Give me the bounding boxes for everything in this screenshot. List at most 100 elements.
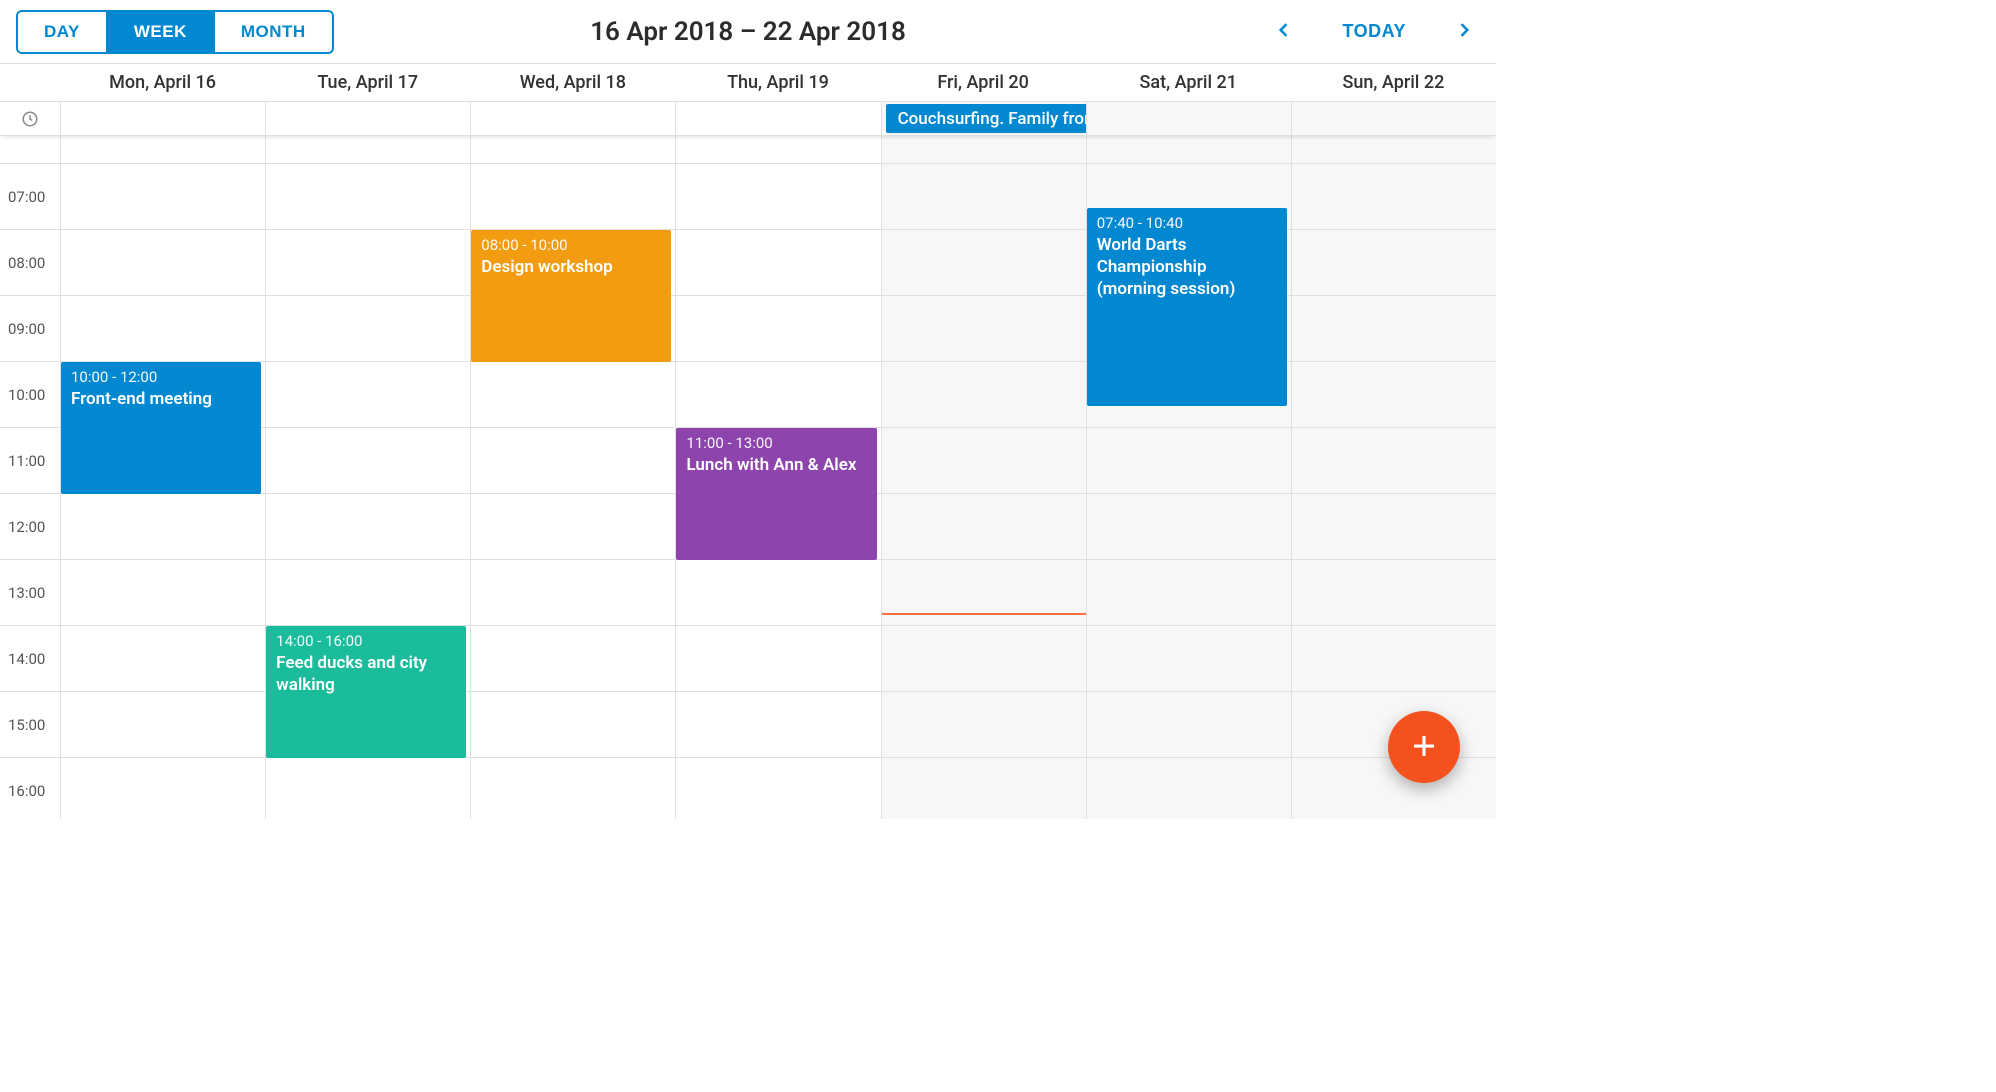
hour-cell[interactable] [676,362,880,428]
hour-cell[interactable] [1087,626,1291,692]
day-header[interactable]: Mon, April 16 [60,64,265,101]
hour-cell[interactable] [1087,560,1291,626]
hour-cell[interactable] [1292,428,1496,494]
day-column[interactable]: 07:40 - 10:40World Darts Championship (m… [1086,136,1291,819]
hour-cell[interactable] [882,362,1086,428]
hour-cell[interactable] [676,626,880,692]
hour-cell[interactable] [61,692,265,758]
hour-label: 08:00 [0,230,60,296]
hour-cell[interactable] [471,136,675,164]
hour-cell[interactable] [882,296,1086,362]
hour-cell[interactable] [266,136,470,164]
day-column[interactable]: 14:00 - 16:00Feed ducks and city walking [265,136,470,819]
hour-cell[interactable] [1292,296,1496,362]
hour-cell[interactable] [471,626,675,692]
day-header[interactable]: Fri, April 20 [881,64,1086,101]
calendar-event[interactable]: 10:00 - 12:00Front-end meeting [61,362,261,494]
hour-cell[interactable] [882,692,1086,758]
hour-cell[interactable] [882,428,1086,494]
hour-cell[interactable] [471,494,675,560]
hour-cell[interactable] [1087,758,1291,819]
hour-cell[interactable] [1087,494,1291,560]
day-header[interactable]: Thu, April 19 [675,64,880,101]
hour-cell[interactable] [61,626,265,692]
hour-cell[interactable] [1087,428,1291,494]
hour-cell[interactable] [266,428,470,494]
hour-cell[interactable] [266,758,470,819]
day-column[interactable]: 10:00 - 12:00Front-end meeting [60,136,265,819]
hour-cell[interactable] [1087,692,1291,758]
day-column[interactable] [881,136,1086,819]
hour-cell[interactable] [676,560,880,626]
hour-cell[interactable] [266,362,470,428]
day-header[interactable]: Sat, April 21 [1086,64,1291,101]
hour-cell[interactable] [882,494,1086,560]
next-button[interactable] [1448,14,1480,49]
toolbar-nav: TODAY [1268,14,1480,49]
hour-cell[interactable] [471,758,675,819]
hour-cell[interactable] [882,626,1086,692]
allday-cell[interactable] [1086,102,1291,135]
calendar-event[interactable]: 11:00 - 13:00Lunch with Ann & Alex [676,428,876,560]
hour-cell[interactable] [266,164,470,230]
hour-cell[interactable] [61,296,265,362]
hour-cell[interactable] [471,692,675,758]
hour-cell[interactable] [266,494,470,560]
day-header[interactable]: Tue, April 17 [265,64,470,101]
hour-cell[interactable] [1292,136,1496,164]
allday-cell[interactable] [60,102,265,135]
hour-cell[interactable] [676,230,880,296]
day-header[interactable]: Wed, April 18 [470,64,675,101]
allday-cell[interactable] [470,102,675,135]
hour-cell[interactable] [1292,362,1496,428]
hour-cell[interactable] [61,136,265,164]
day-column[interactable] [1291,136,1496,819]
hour-cell[interactable] [266,230,470,296]
hour-cell[interactable] [676,692,880,758]
day-column[interactable]: 08:00 - 10:00Design workshop [470,136,675,819]
hour-cell[interactable] [61,230,265,296]
hour-cell[interactable] [61,758,265,819]
allday-cell[interactable] [265,102,470,135]
hour-cell[interactable] [676,164,880,230]
calendar-event[interactable]: 08:00 - 10:00Design workshop [471,230,671,362]
hour-cell[interactable] [266,296,470,362]
hour-cell[interactable] [61,164,265,230]
calendar-event[interactable]: 07:40 - 10:40World Darts Championship (m… [1087,208,1287,406]
prev-button[interactable] [1268,14,1300,49]
hour-cell[interactable] [61,560,265,626]
hour-cell[interactable] [882,164,1086,230]
hour-cell[interactable] [882,560,1086,626]
hour-cell[interactable] [1292,560,1496,626]
chevron-right-icon [1454,20,1474,43]
allday-cell[interactable] [675,102,880,135]
hour-cell[interactable] [882,136,1086,164]
hour-cell[interactable] [1292,494,1496,560]
hour-cell[interactable] [676,296,880,362]
view-day-button[interactable]: DAY [18,12,108,52]
hour-cell[interactable] [471,560,675,626]
hour-cell[interactable] [471,164,675,230]
hour-cell[interactable] [882,230,1086,296]
hour-cell[interactable] [61,494,265,560]
hour-cell[interactable] [1292,626,1496,692]
hour-cell[interactable] [471,428,675,494]
hour-cell[interactable] [471,362,675,428]
allday-cell[interactable]: Couchsurfing. Family from Portugal [881,102,1086,135]
calendar-event[interactable]: 14:00 - 16:00Feed ducks and city walking [266,626,466,758]
view-week-button[interactable]: WEEK [108,12,215,52]
hour-cell[interactable] [882,758,1086,819]
hour-cell[interactable] [1292,230,1496,296]
current-time-indicator [882,613,1086,615]
allday-cell[interactable] [1291,102,1496,135]
hour-cell[interactable] [676,758,880,819]
day-column[interactable]: 11:00 - 13:00Lunch with Ann & Alex [675,136,880,819]
hour-cell[interactable] [266,560,470,626]
hour-cell[interactable] [1292,164,1496,230]
hour-cell[interactable] [1087,136,1291,164]
add-event-button[interactable] [1388,711,1460,783]
today-button[interactable]: TODAY [1336,20,1412,43]
view-month-button[interactable]: MONTH [215,12,332,52]
day-header[interactable]: Sun, April 22 [1291,64,1496,101]
hour-cell[interactable] [676,136,880,164]
